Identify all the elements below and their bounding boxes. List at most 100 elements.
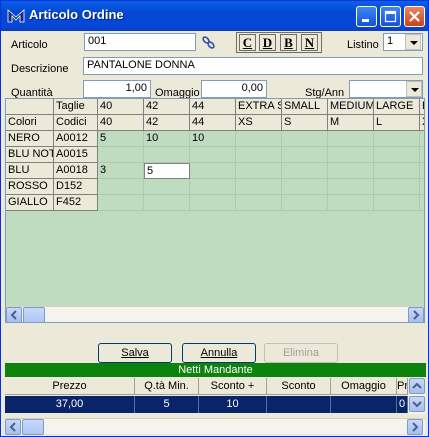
qty-cell[interactable]: 10 <box>190 131 236 147</box>
articolo-ordine-window: Articolo Ordine Articolo 001 C D B N Lis… <box>0 0 429 437</box>
qty-cell[interactable] <box>420 131 424 147</box>
link-icon <box>202 36 215 49</box>
omaggio-input[interactable]: 0,00 <box>201 80 267 98</box>
format-button-n[interactable]: N <box>301 34 318 51</box>
qty-cell[interactable]: 5 <box>98 131 144 147</box>
size-header: EXTRA SMALL <box>236 99 282 115</box>
qty-cell[interactable] <box>282 131 328 147</box>
scroll-left-button[interactable] <box>6 307 22 322</box>
scroll-thumb[interactable] <box>23 307 45 322</box>
size-code-header: 42 <box>144 115 190 131</box>
taglie-colori-grid[interactable]: Taglie 40 42 44 EXTRA SMALL SMALL MEDIUM… <box>5 98 425 323</box>
qty-cell[interactable] <box>236 179 282 195</box>
qty-cell[interactable] <box>374 131 420 147</box>
scroll-thumb[interactable] <box>22 419 44 435</box>
qty-cell[interactable] <box>374 163 420 179</box>
qty-cell[interactable] <box>282 195 328 211</box>
close-button[interactable] <box>404 6 425 27</box>
qty-cell[interactable] <box>190 195 236 211</box>
qty-cell[interactable] <box>190 163 236 179</box>
qty-cell[interactable] <box>236 163 282 179</box>
scroll-right-button[interactable] <box>407 419 423 435</box>
qty-cell[interactable] <box>144 179 190 195</box>
articolo-input[interactable]: 001 <box>84 33 196 51</box>
salva-button[interactable]: Salva <box>98 343 172 363</box>
qty-cell[interactable] <box>144 147 190 163</box>
size-header: 40 <box>98 99 144 115</box>
qty-cell[interactable] <box>420 195 424 211</box>
size-code-header: S <box>282 115 328 131</box>
qty-cell[interactable]: 3 <box>98 163 144 179</box>
scroll-left-button[interactable] <box>5 419 21 435</box>
listino-label: Listino <box>347 39 379 51</box>
qty-cell[interactable] <box>282 163 328 179</box>
prices-cell[interactable]: 0 <box>397 396 408 413</box>
qty-cell[interactable] <box>374 147 420 163</box>
scroll-up-button[interactable] <box>409 378 425 394</box>
qty-cell[interactable] <box>328 195 374 211</box>
qty-cell[interactable] <box>236 195 282 211</box>
qty-cell[interactable] <box>98 179 144 195</box>
app-icon <box>7 9 25 23</box>
prices-vertical-scrollbar[interactable] <box>409 378 425 414</box>
prices-cell[interactable]: 10 <box>199 396 267 413</box>
qty-cell[interactable] <box>236 131 282 147</box>
netti-mandante-bar: Netti Mandante <box>5 363 426 377</box>
descrizione-label: Descrizione <box>11 63 69 75</box>
prices-cell[interactable]: 37,00 <box>5 396 135 413</box>
prices-header: Prezzo <box>5 378 135 395</box>
row-color: BLU NOTTE <box>6 147 54 163</box>
qty-cell[interactable] <box>98 147 144 163</box>
qty-cell[interactable] <box>328 147 374 163</box>
qty-cell[interactable] <box>190 179 236 195</box>
listino-dropdown-button[interactable] <box>405 34 421 50</box>
quantita-input[interactable]: 1,00 <box>83 80 151 98</box>
maximize-icon <box>384 10 397 23</box>
prices-cell[interactable] <box>331 396 397 413</box>
qty-cell[interactable] <box>374 179 420 195</box>
scroll-right-button[interactable] <box>408 307 424 322</box>
prices-cell[interactable]: 5 <box>135 396 199 413</box>
minimize-button[interactable] <box>356 6 377 27</box>
format-button-c[interactable]: C <box>239 34 256 51</box>
qty-cell-editing[interactable]: 5 <box>144 163 190 179</box>
size-code-header: X <box>420 115 424 131</box>
minimize-icon <box>362 19 369 22</box>
prices-horizontal-scrollbar[interactable] <box>5 418 425 435</box>
qty-cell[interactable]: 10 <box>144 131 190 147</box>
prices-header: Omaggio <box>331 378 397 395</box>
qty-cell[interactable] <box>282 179 328 195</box>
qty-cell[interactable] <box>282 147 328 163</box>
arrow-left-icon <box>10 310 17 320</box>
qty-cell[interactable] <box>144 195 190 211</box>
lookup-button[interactable] <box>199 33 219 51</box>
annulla-button[interactable]: Annulla <box>182 343 256 363</box>
scroll-down-button[interactable] <box>409 396 425 412</box>
qty-cell[interactable] <box>98 195 144 211</box>
prices-cell[interactable] <box>267 396 331 413</box>
qty-cell[interactable] <box>236 147 282 163</box>
format-button-b[interactable]: B <box>280 34 297 51</box>
maximize-button[interactable] <box>380 6 401 27</box>
grid-horizontal-scrollbar[interactable] <box>6 306 424 322</box>
format-button-d[interactable]: D <box>259 34 276 51</box>
qty-cell[interactable] <box>420 163 424 179</box>
qty-cell[interactable] <box>328 179 374 195</box>
elimina-button[interactable]: Elimina <box>264 343 338 363</box>
row-code: A0012 <box>54 131 98 147</box>
qty-cell[interactable] <box>420 147 424 163</box>
row-color: GIALLO <box>6 195 54 211</box>
row-code: D152 <box>54 179 98 195</box>
taglie-header: Taglie <box>54 99 98 115</box>
qty-cell[interactable] <box>420 179 424 195</box>
size-header: SMALL <box>282 99 328 115</box>
close-icon <box>409 11 420 22</box>
qty-cell[interactable] <box>328 163 374 179</box>
descrizione-input[interactable]: PANTALONE DONNA <box>83 57 423 75</box>
qty-cell[interactable] <box>374 195 420 211</box>
qty-cell[interactable] <box>190 147 236 163</box>
title-bar[interactable]: Articolo Ordine <box>1 1 428 31</box>
codici-header: Codici <box>54 115 98 131</box>
qty-cell[interactable] <box>328 131 374 147</box>
stg-ann-dropdown-button[interactable] <box>406 81 422 97</box>
